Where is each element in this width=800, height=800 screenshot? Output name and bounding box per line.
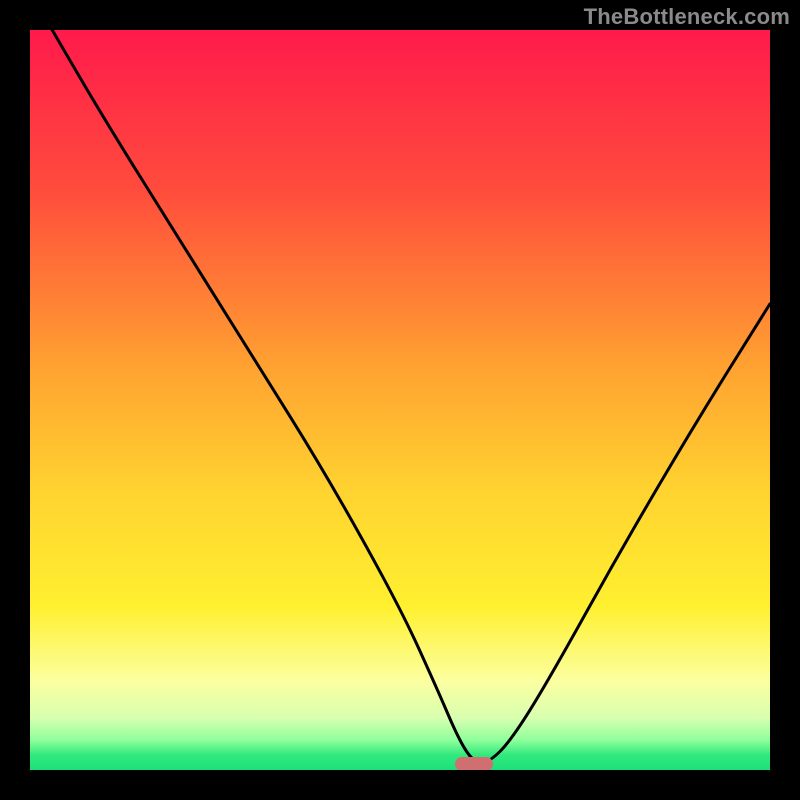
plot-area [30, 30, 770, 770]
watermark-text: TheBottleneck.com [584, 4, 790, 30]
bottleneck-curve [30, 30, 770, 770]
optimal-marker [455, 757, 493, 770]
chart-frame: TheBottleneck.com [0, 0, 800, 800]
